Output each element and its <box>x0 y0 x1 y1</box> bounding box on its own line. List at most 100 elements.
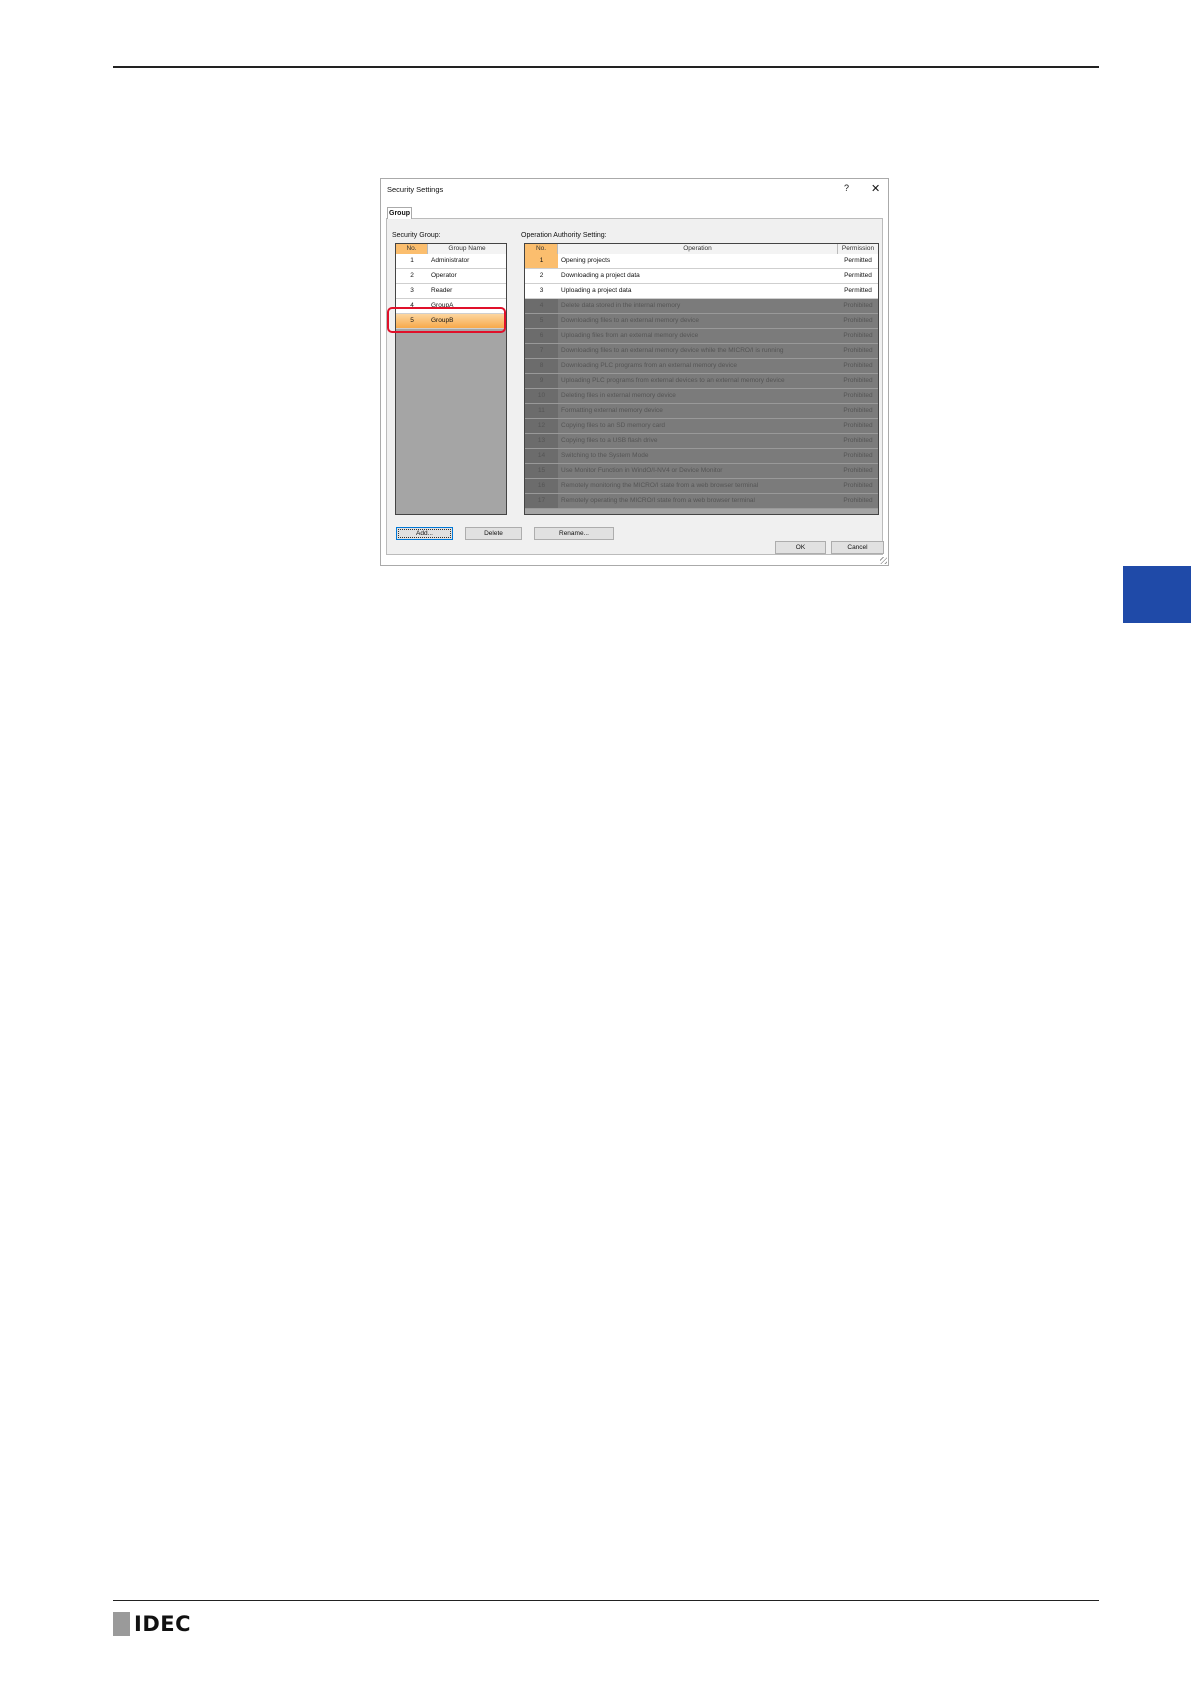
group-no: 1 <box>410 257 414 264</box>
operation-no: 2 <box>525 269 558 283</box>
operation-name: Deleting files in external memory device <box>561 392 676 399</box>
operation-permission[interactable]: Prohibited <box>838 344 878 358</box>
operation-name: Downloading a project data <box>561 272 640 279</box>
operation-authority-table[interactable]: No. Operation Permission 1 Opening projec… <box>524 243 879 515</box>
operation-no: 1 <box>525 254 558 268</box>
operation-name: Use Monitor Function in WindO/I-NV4 or D… <box>561 467 723 474</box>
operation-name: Copying files to a USB flash drive <box>561 437 658 444</box>
group-row[interactable]: 2 Operator <box>396 269 506 284</box>
operation-permission[interactable]: Prohibited <box>838 419 878 433</box>
operation-no: 12 <box>525 419 558 433</box>
security-group-label: Security Group: <box>392 232 441 239</box>
group-no-header[interactable]: No. <box>396 244 428 254</box>
resize-grip-icon[interactable] <box>880 557 887 564</box>
operation-name: Switching to the System Mode <box>561 452 649 459</box>
operation-permission[interactable]: Prohibited <box>838 314 878 328</box>
operation-no: 15 <box>525 464 558 478</box>
operation-row[interactable]: 17 Remotely operating the MICRO/I state f… <box>525 494 878 509</box>
operation-permission[interactable]: Permitted <box>838 254 878 268</box>
operation-permission[interactable]: Prohibited <box>838 479 878 493</box>
operation-name: Downloading files to an external memory … <box>561 347 784 354</box>
delete-button[interactable]: Delete <box>465 527 522 540</box>
op-permission-header[interactable]: Permission <box>838 244 878 254</box>
operation-row[interactable]: 8 Downloading PLC programs from an extern… <box>525 359 878 374</box>
close-icon[interactable]: ✕ <box>871 182 880 195</box>
operation-row[interactable]: 10 Deleting files in external memory devi… <box>525 389 878 404</box>
group-row[interactable]: 1 Administrator <box>396 254 506 269</box>
operation-permission[interactable]: Permitted <box>838 269 878 283</box>
operation-permission[interactable]: Prohibited <box>838 299 878 313</box>
operation-name: Formatting external memory device <box>561 407 663 414</box>
operation-row[interactable]: 12 Copying files to an SD memory card Proh… <box>525 419 878 434</box>
tab-group[interactable]: Group <box>387 207 412 219</box>
operation-name: Downloading files to an external memory … <box>561 317 700 324</box>
operation-permission[interactable]: Prohibited <box>838 464 878 478</box>
operation-name: Downloading PLC programs from an externa… <box>561 362 737 369</box>
operation-permission[interactable]: Prohibited <box>838 359 878 373</box>
operation-permission[interactable]: Prohibited <box>838 494 878 508</box>
operation-row[interactable]: 6 Uploading files from an external memory… <box>525 329 878 344</box>
operation-no: 16 <box>525 479 558 493</box>
operation-no: 17 <box>525 494 558 508</box>
operation-no: 5 <box>525 314 558 328</box>
operation-row[interactable]: 14 Switching to the System Mode Prohibited <box>525 449 878 464</box>
title-bar: Security Settings ? ✕ <box>381 179 888 199</box>
header-rule <box>113 66 1099 68</box>
operation-row[interactable]: 15 Use Monitor Function in WindO/I-NV4 or… <box>525 464 878 479</box>
add-button[interactable]: Add... <box>396 527 453 540</box>
group-no: 3 <box>410 287 414 294</box>
operation-permission[interactable]: Prohibited <box>838 389 878 403</box>
op-operation-header[interactable]: Operation <box>558 244 838 254</box>
group-name-header[interactable]: Group Name <box>428 244 506 254</box>
operation-no: 13 <box>525 434 558 448</box>
selection-highlight-callout <box>387 307 506 333</box>
operation-no: 4 <box>525 299 558 313</box>
operation-row[interactable]: 3 Uploading a project data Permitted <box>525 284 878 299</box>
security-group-list[interactable]: No. Group Name 1 Administrator 2 Operato… <box>395 243 507 515</box>
help-icon[interactable]: ? <box>844 183 849 193</box>
operation-name: Delete data stored in the internal memor… <box>561 302 681 309</box>
dialog-title: Security Settings <box>387 185 444 194</box>
footer-rule <box>113 1600 1099 1601</box>
operation-no: 6 <box>525 329 558 343</box>
operation-row[interactable]: 11 Formatting external memory device Prohi… <box>525 404 878 419</box>
operation-row[interactable]: 7 Downloading files to an external memory… <box>525 344 878 359</box>
operation-name: Uploading a project data <box>561 287 632 294</box>
operation-permission[interactable]: Prohibited <box>838 374 878 388</box>
operation-row[interactable]: 5 Downloading files to an external memory… <box>525 314 878 329</box>
security-settings-dialog: Security Settings ? ✕ Group Security Gro… <box>380 178 889 566</box>
operation-permission[interactable]: Prohibited <box>838 404 878 418</box>
operation-no: 3 <box>525 284 558 298</box>
group-name: Administrator <box>431 257 470 264</box>
operation-name: Opening projects <box>561 257 611 264</box>
operation-no: 7 <box>525 344 558 358</box>
operation-row[interactable]: 13 Copying files to a USB flash drive Proh… <box>525 434 878 449</box>
operation-row[interactable]: 9 Uploading PLC programs from external de… <box>525 374 878 389</box>
operation-permission[interactable]: Prohibited <box>838 449 878 463</box>
chapter-tab <box>1123 566 1191 623</box>
operation-authority-label: Operation Authority Setting: <box>521 232 607 239</box>
operation-no: 9 <box>525 374 558 388</box>
operation-no: 10 <box>525 389 558 403</box>
operation-permission[interactable]: Prohibited <box>838 329 878 343</box>
op-no-header[interactable]: No. <box>525 244 558 254</box>
group-row[interactable]: 3 Reader <box>396 284 506 299</box>
operation-row[interactable]: 2 Downloading a project data Permitted <box>525 269 878 284</box>
operation-name: Copying files to an SD memory card <box>561 422 666 429</box>
rename-button[interactable]: Rename... <box>534 527 614 540</box>
operation-name: Uploading PLC programs from external dev… <box>561 377 785 384</box>
group-no: 2 <box>410 272 414 279</box>
operation-permission[interactable]: Prohibited <box>838 434 878 448</box>
operation-name: Remotely monitoring the MICRO/I state fr… <box>561 482 759 489</box>
operation-row[interactable]: 4 Delete data stored in the internal memo… <box>525 299 878 314</box>
operation-row[interactable]: 16 Remotely monitoring the MICRO/I state … <box>525 479 878 494</box>
group-name: Operator <box>431 272 457 279</box>
operation-no: 11 <box>525 404 558 418</box>
operation-permission[interactable]: Permitted <box>838 284 878 298</box>
operation-row[interactable]: 1 Opening projects Permitted <box>525 254 878 269</box>
operation-name: Remotely operating the MICRO/I state fro… <box>561 497 755 504</box>
ok-button[interactable]: OK <box>775 541 826 554</box>
cancel-button[interactable]: Cancel <box>831 541 884 554</box>
logo-mark-icon <box>113 1612 130 1636</box>
operation-no: 8 <box>525 359 558 373</box>
